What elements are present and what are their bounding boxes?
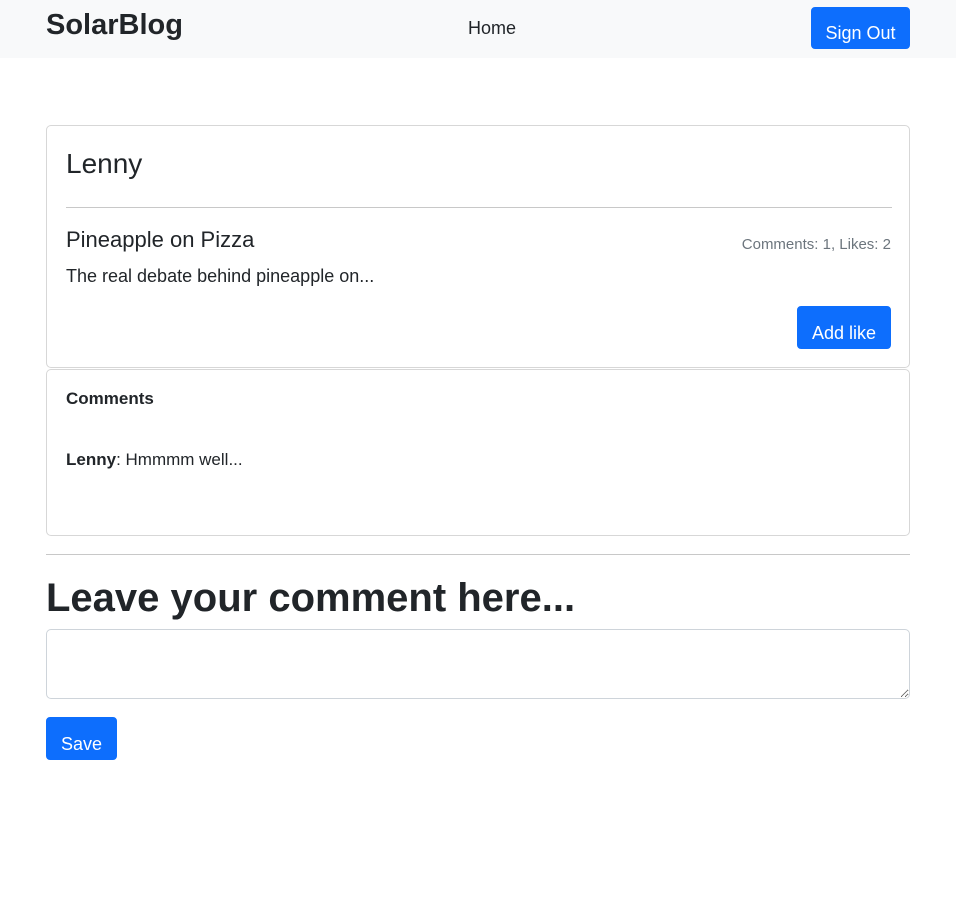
post-card: Lenny Pineapple on Pizza Comments: 1, Li… — [46, 125, 910, 368]
comment-item: Lenny: Hmmmm well... — [66, 450, 243, 470]
brand-link[interactable]: SolarBlog — [46, 8, 183, 42]
sign-out-button[interactable]: Sign Out — [811, 7, 910, 49]
navbar: SolarBlog Home Sign Out — [0, 0, 956, 58]
post-title: Pineapple on Pizza — [66, 227, 255, 252]
post-stats: Comments: 1, Likes: 2 — [741, 236, 891, 253]
page-divider — [46, 554, 910, 555]
nav-link-home[interactable]: Home — [468, 17, 516, 39]
comment-separator: : — [116, 450, 126, 469]
add-like-button[interactable]: Add like — [797, 306, 891, 349]
comment-form-heading: Leave your comment here... — [46, 576, 576, 620]
comment-author: Lenny — [66, 450, 117, 469]
post-excerpt: The real debate behind pineapple on... — [66, 266, 375, 286]
comment-text: Hmmmm well... — [125, 450, 243, 469]
divider — [66, 207, 892, 208]
comments-title: Comments — [66, 389, 154, 408]
comments-card: Comments Lenny: Hmmmm well... — [46, 369, 910, 536]
comment-textarea[interactable] — [46, 629, 910, 699]
save-button[interactable]: Save — [46, 717, 117, 760]
post-author: Lenny — [66, 148, 143, 179]
